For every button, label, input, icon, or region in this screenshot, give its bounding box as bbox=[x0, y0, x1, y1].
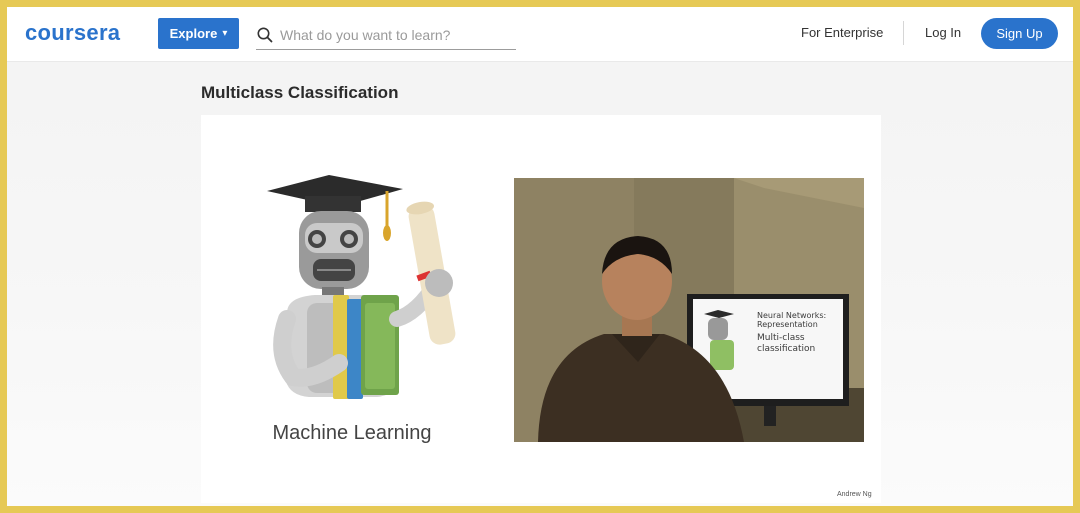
page-title: Multiclass Classification bbox=[201, 83, 399, 102]
top-navigation-bar: coursera Explore ▾ For Enterprise Log In… bbox=[7, 7, 1073, 62]
coursera-logo[interactable]: coursera bbox=[25, 20, 120, 46]
instructor-credit: Andrew Ng bbox=[837, 491, 872, 498]
monitor-subtitle: Multi-class classification bbox=[757, 333, 816, 354]
video-scene bbox=[514, 178, 864, 442]
log-in-link[interactable]: Log In bbox=[925, 25, 961, 40]
course-caption: Machine Learning bbox=[272, 422, 432, 444]
monitor-slide-text: Neural Networks: Representation Multi-cl… bbox=[757, 311, 845, 355]
explore-button[interactable]: Explore ▾ bbox=[158, 18, 239, 49]
sign-up-button[interactable]: Sign Up bbox=[981, 18, 1058, 49]
search-input[interactable] bbox=[280, 27, 510, 43]
explore-label: Explore bbox=[169, 26, 218, 41]
page: coursera Explore ▾ For Enterprise Log In… bbox=[7, 7, 1073, 506]
nav-divider bbox=[903, 21, 904, 45]
lecture-slide: Machine Learning Neural Networks: Repres… bbox=[201, 115, 881, 503]
screenshot-frame: coursera Explore ▾ For Enterprise Log In… bbox=[0, 0, 1080, 513]
robot-graduate-illustration bbox=[267, 175, 456, 399]
instructor-video[interactable]: Neural Networks: Representation Multi-cl… bbox=[514, 178, 864, 442]
chevron-down-icon: ▾ bbox=[222, 28, 228, 39]
search-icon[interactable] bbox=[256, 26, 274, 44]
for-enterprise-link[interactable]: For Enterprise bbox=[801, 25, 883, 40]
search-bar bbox=[256, 21, 516, 50]
monitor-title: Neural Networks: Representation bbox=[757, 311, 827, 329]
